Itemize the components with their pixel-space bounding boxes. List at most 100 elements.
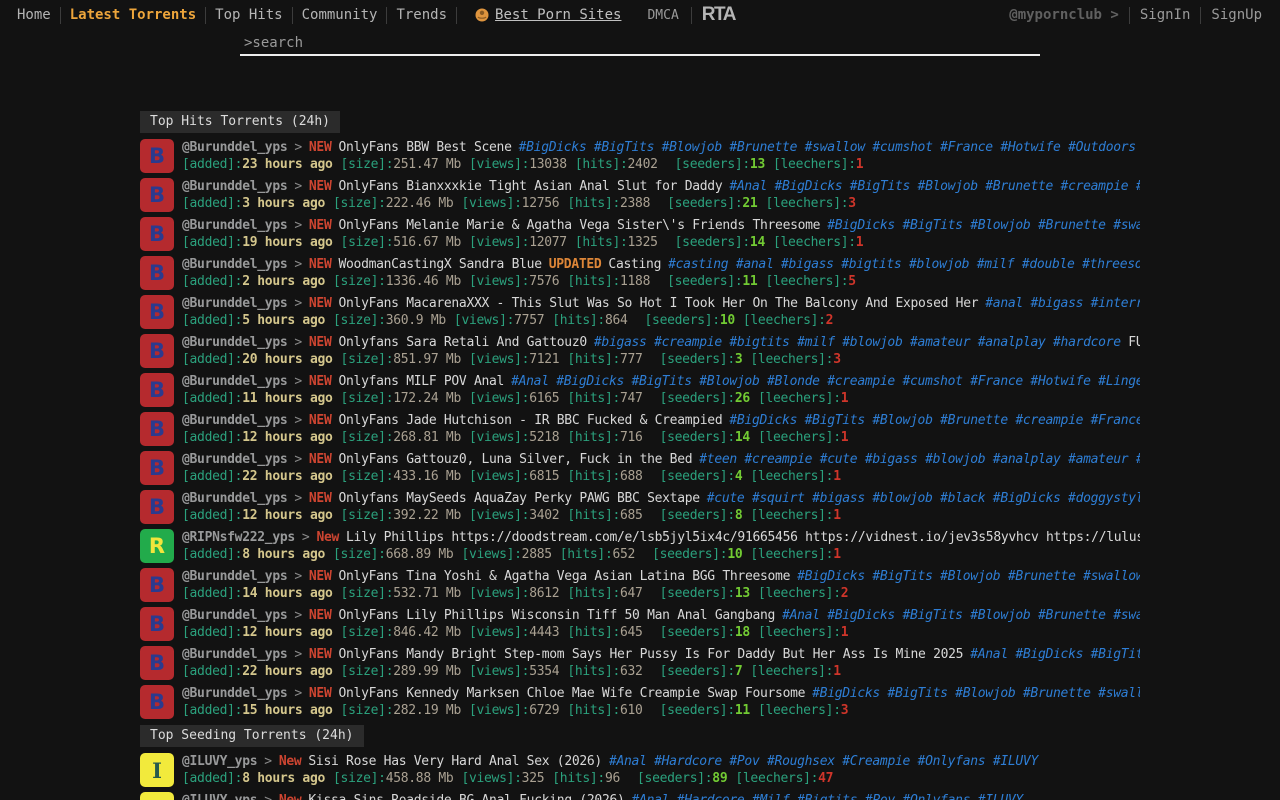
- username[interactable]: @Burunddel_yps: [182, 608, 287, 623]
- views-label: [views]:: [469, 430, 529, 445]
- account-menu[interactable]: @mypornclub >: [999, 7, 1129, 23]
- seeders-value: 10: [727, 547, 742, 562]
- avatar[interactable]: B: [140, 568, 174, 602]
- torrent-title[interactable]: Onlyfans MILF POV Anal: [339, 374, 505, 389]
- tag-list[interactable]: #bigass #creampie #bigtits #milf #blowjo…: [594, 335, 1121, 350]
- avatar[interactable]: B: [140, 295, 174, 329]
- torrent-info: @Burunddel_yps>NEWOnlyFans Lily Phillips…: [182, 607, 1140, 641]
- avatar[interactable]: B: [140, 178, 174, 212]
- torrent-title[interactable]: OnlyFans Bianxxxkie Tight Asian Anal Slu…: [339, 179, 723, 194]
- username[interactable]: @Burunddel_yps: [182, 257, 287, 272]
- tag-list[interactable]: #teen #creampie #cute #bigass #blowjob #…: [699, 452, 1140, 467]
- divider: [691, 7, 692, 24]
- hits-value: 96: [605, 771, 620, 786]
- username[interactable]: @Burunddel_yps: [182, 374, 287, 389]
- seeders-label: [seeders]:: [660, 664, 735, 679]
- tag-list[interactable]: #Anal #BigDicks #BigTits …: [970, 647, 1140, 662]
- tag-list[interactable]: #Anal #BigDicks #BigTits #Blowjob #Blond…: [511, 374, 1140, 389]
- torrent-title[interactable]: OnlyFans Mandy Bright Step-mom Says Her …: [339, 647, 964, 662]
- hits-value: 2388: [620, 196, 650, 211]
- avatar[interactable]: B: [140, 646, 174, 680]
- torrent-title[interactable]: OnlyFans Gattouz0, Luna Silver, Fuck in …: [339, 452, 693, 467]
- username[interactable]: @Burunddel_yps: [182, 335, 287, 350]
- size-label: [size]:: [341, 625, 394, 640]
- torrent-title[interactable]: Sisi Rose Has Very Hard Anal Sex (2026): [308, 754, 602, 769]
- torrent-meta-line: [added]:8 hours ago[size]:458.88 Mb[view…: [182, 770, 1140, 787]
- avatar[interactable]: I: [140, 753, 174, 787]
- search-input[interactable]: [240, 33, 1040, 56]
- avatar[interactable]: B: [140, 490, 174, 524]
- username[interactable]: @Burunddel_yps: [182, 647, 287, 662]
- leechers-label: [leechers]:: [750, 508, 833, 523]
- username[interactable]: @ILUVY_yps: [182, 793, 257, 800]
- username[interactable]: @RIPNsfw222_yps: [182, 530, 295, 545]
- avatar[interactable]: B: [140, 373, 174, 407]
- size-value: 392.22 Mb: [393, 508, 461, 523]
- tag-list[interactable]: #BigDicks #BigTits #Blowjob #Brunette #s…: [812, 686, 1140, 701]
- tag-list[interactable]: #BigDicks #BigTits #Blowjob #Brunette #c…: [729, 413, 1140, 428]
- avatar[interactable]: B: [140, 607, 174, 641]
- avatar[interactable]: B: [140, 217, 174, 251]
- torrent-title[interactable]: OnlyFans Jade Hutchison - IR BBC Fucked …: [339, 413, 723, 428]
- tag-list[interactable]: #BigDicks #BigTits #Blowjob #Brunette #s…: [827, 218, 1140, 233]
- dmca-link[interactable]: DMCA: [647, 8, 678, 23]
- torrent-title[interactable]: Onlyfans MaySeeds AquaZay Perky PAWG BBC…: [339, 491, 700, 506]
- username[interactable]: @Burunddel_yps: [182, 686, 287, 701]
- username[interactable]: @ILUVY_yps: [182, 754, 257, 769]
- torrent-title-line: @Burunddel_yps>NEWOnlyFans Lily Phillips…: [182, 607, 1140, 624]
- best-porn-sites-link[interactable]: Best Porn Sites: [475, 7, 621, 23]
- nav-item-community[interactable]: Community: [293, 7, 387, 23]
- avatar[interactable]: B: [140, 256, 174, 290]
- torrent-title[interactable]: OnlyFans MacarenaXXX - This Slut Was So …: [339, 296, 979, 311]
- torrent-title[interactable]: WoodmanCastingX Sandra Blue: [339, 257, 542, 272]
- username[interactable]: @Burunddel_yps: [182, 140, 287, 155]
- username[interactable]: @Burunddel_yps: [182, 179, 287, 194]
- torrent-title[interactable]: OnlyFans Lily Phillips Wisconsin Tiff 50…: [339, 608, 776, 623]
- torrent-title[interactable]: OnlyFans Kennedy Marksen Chloe Mae Wife …: [339, 686, 806, 701]
- username[interactable]: @Burunddel_yps: [182, 218, 287, 233]
- new-badge: NEW: [309, 569, 332, 584]
- tag-list[interactable]: #casting #anal #bigass #bigtits #blowjob…: [668, 257, 1140, 272]
- username[interactable]: @Burunddel_yps: [182, 569, 287, 584]
- username[interactable]: @Burunddel_yps: [182, 413, 287, 428]
- torrent-title[interactable]: OnlyFans Melanie Marie & Agatha Vega Sis…: [339, 218, 821, 233]
- tag-list[interactable]: #BigDicks #BigTits #Blowjob #Brunette #s…: [519, 140, 1140, 155]
- nav-item-home[interactable]: Home: [8, 7, 60, 23]
- torrent-title[interactable]: Casting: [608, 257, 661, 272]
- username[interactable]: @Burunddel_yps: [182, 296, 287, 311]
- torrent-title[interactable]: OnlyFans BBW Best Scene: [339, 140, 512, 155]
- tag-list[interactable]: #anal #bigass #interrac…: [985, 296, 1140, 311]
- torrent-info: @Burunddel_yps>NEWOnlyFans Bianxxxkie Ti…: [182, 178, 1140, 212]
- added-value: 15 hours ago: [242, 703, 332, 718]
- tag-list[interactable]: #cute #squirt #bigass #blowjob #black #B…: [707, 491, 1140, 506]
- seeders-label: [seeders]:: [667, 196, 742, 211]
- avatar[interactable]: B: [140, 334, 174, 368]
- nav-item-latest-torrents[interactable]: Latest Torrents: [61, 7, 205, 23]
- torrent-title[interactable]: Lily Phillips https://doodstream.com/e/l…: [346, 530, 1140, 545]
- avatar[interactable]: B: [140, 139, 174, 173]
- avatar[interactable]: B: [140, 685, 174, 719]
- nav-item-top-hits[interactable]: Top Hits: [206, 7, 291, 23]
- added-label: [added]:: [182, 469, 242, 484]
- username[interactable]: @Burunddel_yps: [182, 491, 287, 506]
- tag-list[interactable]: #Anal #BigDicks #BigTits #Blowjob #Brune…: [782, 608, 1140, 623]
- size-value: 1336.46 Mb: [386, 274, 461, 289]
- avatar[interactable]: I: [140, 792, 174, 800]
- nav-item-trends[interactable]: Trends: [387, 7, 456, 23]
- tag-list[interactable]: #Anal #BigDicks #BigTits #Blowjob #Brune…: [729, 179, 1140, 194]
- signin-link[interactable]: SignIn: [1130, 7, 1201, 23]
- username[interactable]: @Burunddel_yps: [182, 452, 287, 467]
- hits-label: [hits]:: [567, 664, 620, 679]
- avatar[interactable]: B: [140, 412, 174, 446]
- avatar[interactable]: R: [140, 529, 174, 563]
- torrent-title[interactable]: Onlyfans Sara Retali And Gattouz0: [339, 335, 587, 350]
- tag-list[interactable]: #BigDicks #BigTits #Blowjob #Brunette #s…: [797, 569, 1140, 584]
- avatar[interactable]: B: [140, 451, 174, 485]
- views-value: 13038: [529, 157, 567, 172]
- tag-list[interactable]: #Anal #Hardcore #Pov #Roughsex #Creampie…: [609, 754, 1038, 769]
- torrent-title[interactable]: Kissa Sins Roadside BG Anal Fucking (202…: [308, 793, 624, 800]
- torrent-row: B@Burunddel_yps>NEWOnlyfans MaySeeds Aqu…: [140, 490, 1140, 524]
- torrent-title[interactable]: OnlyFans Tina Yoshi & Agatha Vega Asian …: [339, 569, 791, 584]
- tag-list[interactable]: #Anal #Hardcore #Milf #Bigtits #Pov #Onl…: [632, 793, 1023, 800]
- signup-link[interactable]: SignUp: [1201, 7, 1272, 23]
